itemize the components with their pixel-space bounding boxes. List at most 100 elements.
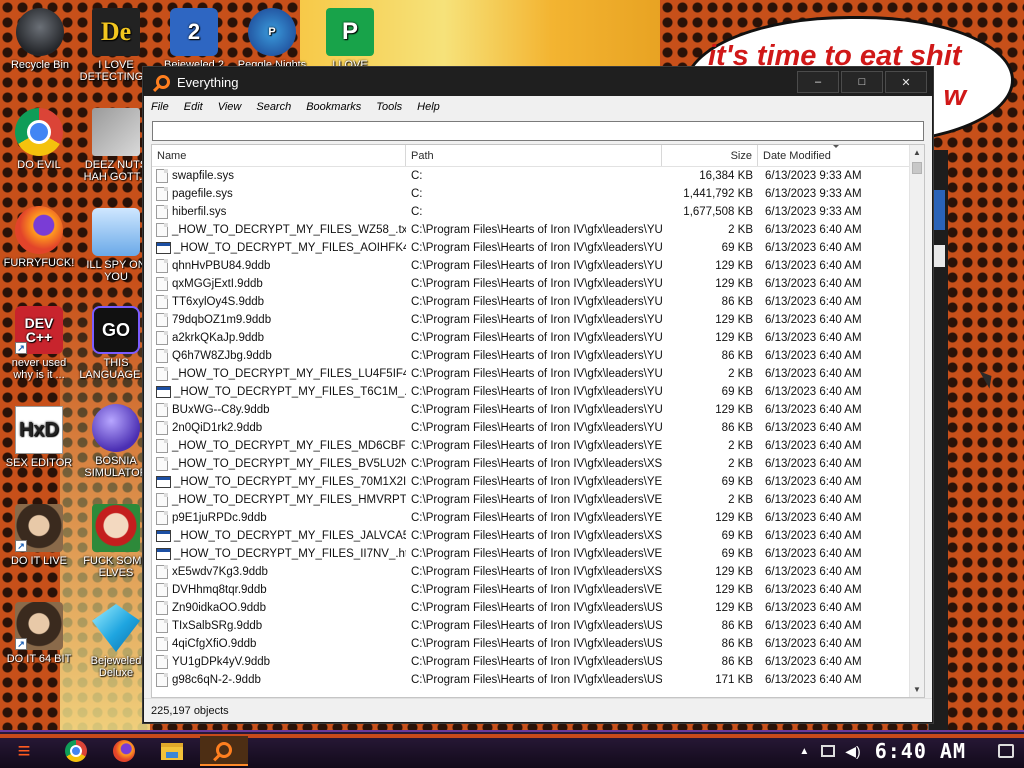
menu-bookmarks[interactable]: Bookmarks <box>306 101 361 113</box>
file-icon <box>156 619 168 633</box>
taskbar-chrome[interactable] <box>60 736 92 766</box>
taskbar-file-explorer[interactable] <box>156 736 188 766</box>
scroll-up-icon[interactable]: ▲ <box>910 145 924 160</box>
table-row[interactable]: qxMGGjExtI.9ddb C:\Program Files\Hearts o… <box>152 275 910 293</box>
spy-icon <box>92 208 140 256</box>
search-input[interactable] <box>152 121 924 141</box>
column-header-path[interactable]: Path <box>406 145 662 166</box>
cell-path: C:\Program Files\Hearts of Iron IV\gfx\l… <box>411 386 662 398</box>
table-row[interactable]: TT6xylOy4S.9ddb C:\Program Files\Hearts o… <box>152 293 910 311</box>
table-row[interactable]: hiberfil.sys C: 1,677,508 KB 6/13/2023 9:33… <box>152 203 910 221</box>
table-row[interactable]: _HOW_TO_DECRYPT_MY_FILES_LU4F5IF4_.txt C:… <box>152 365 910 383</box>
desktop-icon-do-evil[interactable]: DO EVIL <box>1 108 77 171</box>
table-row[interactable]: swapfile.sys C: 16,384 KB 6/13/2023 9:33 AM <box>152 167 910 185</box>
table-row[interactable]: _HOW_TO_DECRYPT_MY_FILES_JALVCA58_.hta C:… <box>152 527 910 545</box>
maximize-button[interactable]: □ <box>841 71 883 93</box>
cell-size: 86 KB <box>721 656 753 668</box>
table-row[interactable]: _HOW_TO_DECRYPT_MY_FILES_WZ58_.txt C:\Pro… <box>152 221 910 239</box>
table-row[interactable]: _HOW_TO_DECRYPT_MY_FILES_II7NV_.hta C:\Pr… <box>152 545 910 563</box>
desktop-icon-i-love[interactable]: P I LOVE <box>312 8 388 71</box>
desktop-icon-recycle-bin[interactable]: Recycle Bin <box>2 8 78 71</box>
menu-help[interactable]: Help <box>417 101 440 113</box>
cell-path: C:\Program Files\Hearts of Iron IV\gfx\l… <box>411 476 662 488</box>
scroll-thumb[interactable] <box>912 162 922 174</box>
desktop-icon-do-it-live[interactable]: ↗ DO IT LIVE <box>1 504 77 567</box>
everything-window[interactable]: Everything – □ ✕ File Edit View Search B… <box>143 67 933 723</box>
cell-size: 2 KB <box>728 224 753 236</box>
desktop-icon-sex-editor[interactable]: HxD SEX EDITOR <box>1 406 77 469</box>
taskbar-everything[interactable] <box>200 736 248 766</box>
table-row[interactable]: TIxSalbSRg.9ddb C:\Program Files\Hearts o… <box>152 617 910 635</box>
desktop-icon-do-it-64-bit[interactable]: ↗ DO IT 64 BIT <box>1 602 77 665</box>
table-row[interactable]: pagefile.sys C: 1,441,792 KB 6/13/2023 9:33… <box>152 185 910 203</box>
network-icon[interactable] <box>821 745 836 757</box>
desktop-icon-label: Recycle Bin <box>10 59 70 71</box>
chevron-up-icon[interactable]: ▲ <box>799 746 809 757</box>
cell-path: C:\Program Files\Hearts of Iron IV\gfx\l… <box>411 566 662 578</box>
table-row[interactable]: _HOW_TO_DECRYPT_MY_FILES_BV5LU2NH_.txt C:… <box>152 455 910 473</box>
volume-icon[interactable]: ◀) <box>845 743 860 760</box>
menu-tools[interactable]: Tools <box>376 101 402 113</box>
menu-file[interactable]: File <box>151 101 169 113</box>
start-button[interactable]: ≡ <box>8 736 40 766</box>
file-name: _HOW_TO_DECRYPT_MY_FILES_MD6CBFU_.txt <box>172 440 406 452</box>
column-header: Name Path Size Date Modified <box>152 145 924 167</box>
table-row[interactable]: _HOW_TO_DECRYPT_MY_FILES_HMVRPTI3_.txt C:… <box>152 491 910 509</box>
cell-name: _HOW_TO_DECRYPT_MY_FILES_II7NV_.hta <box>152 545 406 563</box>
vertical-scrollbar[interactable]: ▲ ▼ <box>909 145 924 697</box>
table-row[interactable]: g98c6qN-2-.9ddb C:\Program Files\Hearts o… <box>152 671 910 689</box>
desktop-icon-peggle-nights[interactable]: P Peggle Nights <box>234 8 310 71</box>
results-list[interactable]: Name Path Size Date Modified swapfile.sy… <box>151 144 925 698</box>
desktop-icon-bejeweled-2[interactable]: 2 Bejeweled 2 <box>156 8 232 71</box>
file-icon <box>156 637 168 651</box>
menu-view[interactable]: View <box>218 101 242 113</box>
file-name: _HOW_TO_DECRYPT_MY_FILES_LU4F5IF4_.txt <box>172 368 406 380</box>
cell-date-modified: 6/13/2023 6:40 AM <box>765 494 862 506</box>
window-titlebar[interactable]: Everything – □ ✕ <box>144 68 932 96</box>
table-row[interactable]: 4qiCfgXfiO.9ddb C:\Program Files\Hearts o… <box>152 635 910 653</box>
cell-path: C:\Program Files\Hearts of Iron IV\gfx\l… <box>411 494 662 506</box>
menu-search[interactable]: Search <box>256 101 291 113</box>
taskbar-firefox[interactable] <box>108 736 140 766</box>
desktop-icon-label: never used why is it ... <box>11 357 67 381</box>
minimize-button[interactable]: – <box>797 71 839 93</box>
table-row[interactable]: p9E1juRPDc.9ddb C:\Program Files\Hearts o… <box>152 509 910 527</box>
close-button[interactable]: ✕ <box>885 71 927 93</box>
table-row[interactable]: 79dqbOZ1m9.9ddb C:\Program Files\Hearts o… <box>152 311 910 329</box>
cell-name: _HOW_TO_DECRYPT_MY_FILES_MD6CBFU_.txt <box>152 437 406 455</box>
menu-edit[interactable]: Edit <box>184 101 203 113</box>
peggle-icon: P <box>248 8 296 56</box>
cell-path: C:\Program Files\Hearts of Iron IV\gfx\l… <box>411 584 662 596</box>
cell-date-modified: 6/13/2023 6:40 AM <box>765 350 862 362</box>
desktop-icon-devcpp[interactable]: DEV C++ ↗ never used why is it ... <box>1 306 77 381</box>
table-row[interactable]: DVHhmq8tqr.9ddb C:\Program Files\Hearts o… <box>152 581 910 599</box>
go-icon: GO <box>92 306 140 354</box>
table-row[interactable]: qhnHvPBU84.9ddb C:\Program Files\Hearts o… <box>152 257 910 275</box>
cell-size: 1,441,792 KB <box>683 188 753 200</box>
table-row[interactable]: 2n0QiD1rk2.9ddb C:\Program Files\Hearts o… <box>152 419 910 437</box>
file-icon <box>156 169 168 183</box>
table-row[interactable]: _HOW_TO_DECRYPT_MY_FILES_AOIHFK4U_.hta C:… <box>152 239 910 257</box>
table-row[interactable]: Q6h7W8ZJbg.9ddb C:\Program Files\Hearts o… <box>152 347 910 365</box>
table-row[interactable]: BUxWG--C8y.9ddb C:\Program Files\Hearts o… <box>152 401 910 419</box>
column-header-size[interactable]: Size <box>662 145 758 166</box>
column-header-name[interactable]: Name <box>152 145 406 166</box>
table-row[interactable]: _HOW_TO_DECRYPT_MY_FILES_T6C1M_.hta C:\Pr… <box>152 383 910 401</box>
clock[interactable]: 6:40 AM <box>875 739 966 763</box>
cell-path: C:\Program Files\Hearts of Iron IV\gfx\l… <box>411 368 662 380</box>
table-row[interactable]: xE5wdv7Kg3.9ddb C:\Program Files\Hearts o… <box>152 563 910 581</box>
table-row[interactable]: _HOW_TO_DECRYPT_MY_FILES_70M1X2I_.hta C:\… <box>152 473 910 491</box>
file-icon <box>156 223 168 237</box>
cell-date-modified: 6/13/2023 6:40 AM <box>765 674 862 686</box>
table-row[interactable]: YU1gDPk4yV.9ddb C:\Program Files\Hearts o… <box>152 653 910 671</box>
notification-icon[interactable] <box>998 744 1014 758</box>
table-row[interactable]: Zn90idkaOO.9ddb C:\Program Files\Hearts o… <box>152 599 910 617</box>
cell-path: C:\Program Files\Hearts of Iron IV\gfx\l… <box>411 314 662 326</box>
desktop-icon-furryfuck[interactable]: FURRYFUCK! <box>1 206 77 269</box>
column-header-date-modified[interactable]: Date Modified <box>758 145 910 166</box>
table-row[interactable]: a2krkQKaJp.9ddb C:\Program Files\Hearts o… <box>152 329 910 347</box>
cell-date-modified: 6/13/2023 6:40 AM <box>765 656 862 668</box>
table-row[interactable]: _HOW_TO_DECRYPT_MY_FILES_MD6CBFU_.txt C:\… <box>152 437 910 455</box>
scroll-down-icon[interactable]: ▼ <box>910 682 924 697</box>
file-name: p9E1juRPDc.9ddb <box>172 512 267 524</box>
